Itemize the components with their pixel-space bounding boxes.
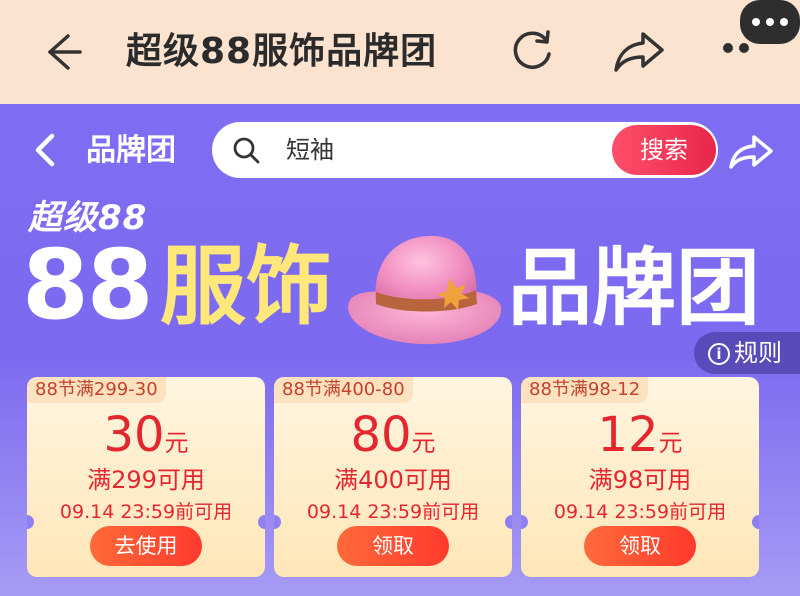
back-arrow-icon[interactable] [38, 30, 82, 74]
coupon-notch [505, 515, 512, 529]
header-title: 品牌团 [86, 133, 176, 168]
header-back-icon[interactable] [30, 130, 60, 170]
coupon-tag: 88节满299-30 [27, 377, 166, 403]
coupon-expiry: 09.14 23:59前可用 [59, 501, 233, 523]
hat-image [348, 235, 502, 345]
coupon-expiry: 09.14 23:59前可用 [306, 501, 480, 523]
more-dots-icon[interactable] [718, 0, 800, 56]
coupon-notch [258, 515, 265, 529]
refresh-icon[interactable] [508, 26, 558, 76]
hero-title-right: 品牌团 [508, 239, 761, 337]
top-bar: 超级88服饰品牌团 [0, 0, 800, 104]
search-button[interactable]: 搜索 [612, 125, 716, 175]
hero-title-main: 服饰 [160, 237, 332, 337]
coupon-condition: 满299可用 [87, 466, 205, 494]
header-share-icon[interactable] [728, 134, 774, 170]
claim-coupon-button[interactable]: 领取 [337, 526, 449, 566]
coupon-card: 88节满98-12 12元 满98可用 09.14 23:59前可用 领取 [521, 377, 759, 577]
coupon-card: 88节满400-80 80元 满400可用 09.14 23:59前可用 领取 [274, 377, 512, 577]
page-title: 超级88服饰品牌团 [126, 31, 438, 72]
coupon-condition: 满98可用 [588, 466, 692, 494]
hero-88: 88 [22, 229, 154, 341]
coupon-notch [752, 515, 759, 529]
use-coupon-button[interactable]: 去使用 [90, 526, 202, 566]
search-input[interactable]: 短袖 [286, 132, 334, 168]
coupon-expiry: 09.14 23:59前可用 [553, 501, 727, 523]
coupon-card: 88节满299-30 30元 满299可用 09.14 23:59前可用 去使用 [27, 377, 265, 577]
share-icon[interactable] [612, 28, 666, 74]
claim-coupon-button[interactable]: 领取 [584, 526, 696, 566]
rules-label: 规则 [734, 339, 782, 367]
search-icon [233, 137, 260, 164]
search-bar[interactable]: 短袖 搜索 [212, 122, 718, 178]
coupon-tag: 88节满400-80 [274, 377, 413, 403]
info-icon: i [708, 343, 730, 365]
coupon-tag: 88节满98-12 [521, 377, 649, 403]
coupon-condition: 满400可用 [334, 466, 452, 494]
rules-button[interactable]: i 规则 [694, 332, 800, 374]
